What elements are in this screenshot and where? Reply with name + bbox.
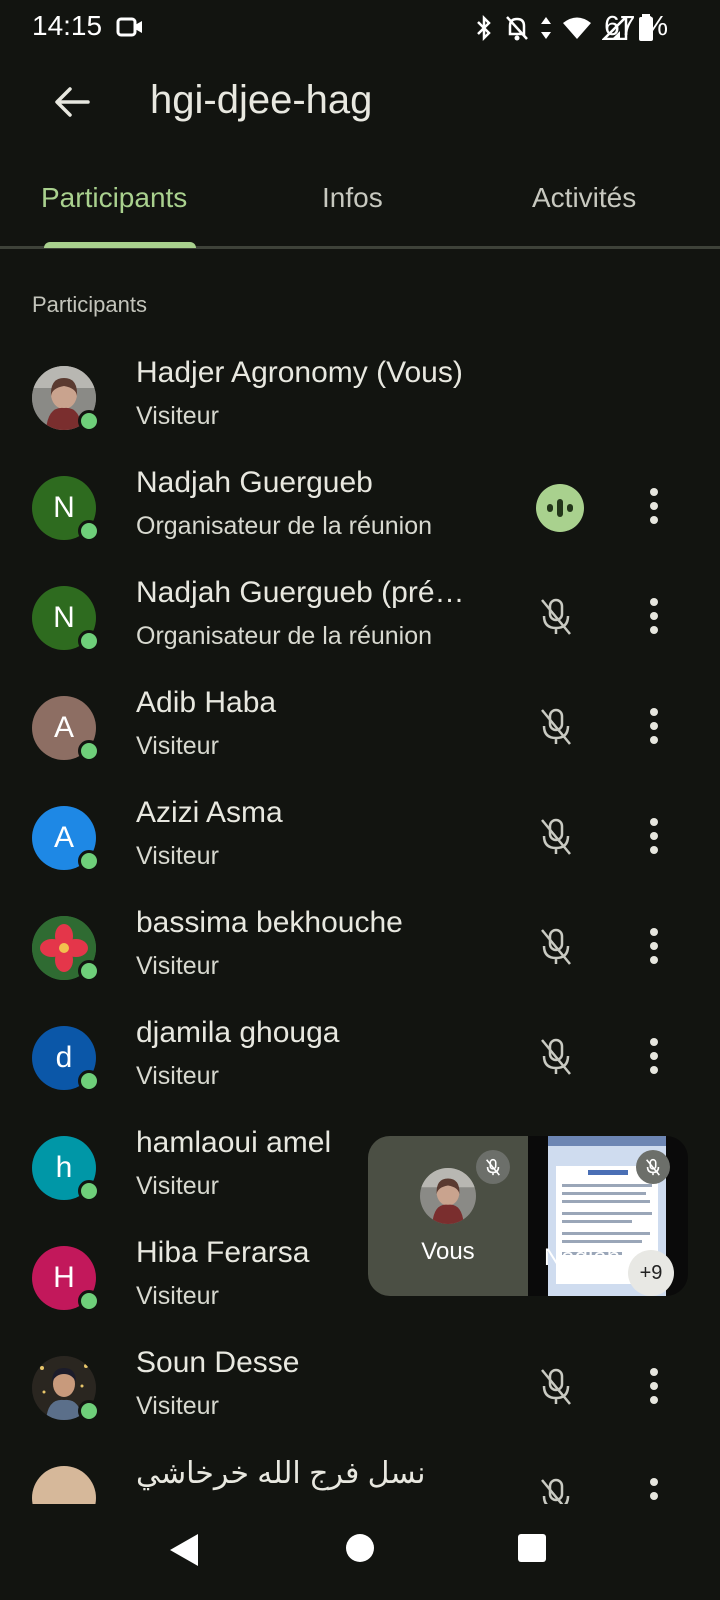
more-options-icon[interactable] bbox=[648, 598, 660, 634]
avatar: h bbox=[32, 1136, 100, 1202]
participant-name: Adib Haba bbox=[136, 686, 277, 719]
bluetooth-icon bbox=[477, 15, 491, 41]
avatar: A bbox=[32, 806, 100, 872]
participant-role: Visiteur bbox=[136, 842, 219, 870]
status-bar: 14:15 67 % bbox=[0, 0, 720, 56]
online-indicator bbox=[78, 410, 100, 432]
presenter-tile-label: Nadjah bbox=[544, 1244, 621, 1271]
more-participants-badge[interactable]: +9 bbox=[628, 1250, 674, 1296]
participant-name: نسل فرج الله خرخاشي bbox=[136, 1457, 426, 1490]
notifications-off-icon bbox=[506, 16, 528, 41]
participant-row[interactable]: N Nadjah Guergueb (pré… Organisateur de … bbox=[0, 560, 720, 672]
active-tab-indicator bbox=[44, 242, 196, 248]
participant-role: Visiteur bbox=[136, 402, 219, 430]
recents-square-icon[interactable] bbox=[516, 1532, 548, 1564]
mic-off-icon bbox=[541, 1478, 570, 1504]
online-indicator bbox=[78, 630, 100, 652]
participant-role: Visiteur bbox=[136, 1392, 219, 1420]
tab-participants[interactable]: Participants bbox=[41, 182, 187, 214]
video-record-icon bbox=[116, 17, 142, 37]
tab-infos[interactable]: Infos bbox=[322, 182, 383, 214]
more-options-icon[interactable] bbox=[648, 1478, 660, 1504]
mic-off-icon bbox=[541, 928, 571, 965]
meeting-code-title: hgi-djee-hag bbox=[150, 78, 373, 122]
avatar bbox=[32, 1466, 96, 1504]
presenter-tile[interactable]: Nadjah +9 bbox=[528, 1136, 688, 1296]
more-options-icon[interactable] bbox=[648, 928, 660, 964]
more-options-icon[interactable] bbox=[648, 1038, 660, 1074]
participant-row[interactable]: d djamila ghouga Visiteur bbox=[0, 1000, 720, 1112]
participant-name: djamila ghouga bbox=[136, 1016, 340, 1049]
online-indicator bbox=[78, 740, 100, 762]
participant-row[interactable]: Hadjer Agronomy (Vous) Visiteur bbox=[0, 340, 720, 452]
tab-bar: Participants Infos Activités bbox=[0, 160, 720, 249]
participant-row[interactable]: A Adib Haba Visiteur bbox=[0, 670, 720, 782]
data-arrows-icon bbox=[541, 17, 551, 39]
avatar bbox=[420, 1168, 476, 1224]
participant-name: Soun Desse bbox=[136, 1346, 300, 1379]
mic-off-icon bbox=[636, 1150, 670, 1184]
participant-role: Organisateur de la réunion bbox=[136, 622, 433, 650]
picture-in-picture-tiles[interactable]: Vous Nadjah +9 bbox=[368, 1136, 688, 1296]
mic-off-icon bbox=[541, 708, 571, 745]
wifi-icon bbox=[563, 17, 591, 39]
avatar bbox=[32, 916, 100, 982]
participant-role: Visiteur bbox=[136, 952, 219, 980]
participant-list[interactable]: Hadjer Agronomy (Vous) Visiteur N Nadjah… bbox=[0, 340, 720, 1504]
avatar: d bbox=[32, 1026, 100, 1092]
mic-off-icon bbox=[541, 818, 571, 855]
participant-role: Visiteur bbox=[136, 732, 219, 760]
participant-row[interactable]: bassima bekhouche Visiteur bbox=[0, 890, 720, 1002]
avatar: N bbox=[32, 476, 100, 542]
online-indicator bbox=[78, 1290, 100, 1312]
online-indicator bbox=[78, 1400, 100, 1422]
avatar bbox=[32, 366, 100, 432]
online-indicator bbox=[78, 520, 100, 542]
avatar bbox=[32, 1356, 100, 1422]
participant-name: Nadjah Guergueb (pré… bbox=[136, 576, 465, 609]
participant-row[interactable]: N Nadjah Guergueb Organisateur de la réu… bbox=[0, 450, 720, 562]
participant-name: bassima bekhouche bbox=[136, 906, 403, 939]
participant-name: hamlaoui amel bbox=[136, 1126, 332, 1159]
participant-role: Visiteur bbox=[136, 1172, 219, 1200]
mic-off-icon bbox=[476, 1150, 510, 1184]
back-triangle-icon[interactable] bbox=[168, 1532, 200, 1568]
participant-role: Visiteur bbox=[136, 1062, 219, 1090]
participant-row[interactable]: A Azizi Asma Visiteur bbox=[0, 780, 720, 892]
online-indicator bbox=[78, 1180, 100, 1202]
user-photo-icon bbox=[420, 1168, 476, 1224]
more-options-icon[interactable] bbox=[648, 1368, 660, 1404]
participant-role: Visiteur bbox=[136, 1282, 219, 1310]
home-circle-icon[interactable] bbox=[344, 1532, 376, 1564]
self-tile-label: Vous bbox=[421, 1238, 475, 1265]
tab-activites[interactable]: Activités bbox=[532, 182, 636, 214]
more-options-icon[interactable] bbox=[648, 488, 660, 524]
more-options-icon[interactable] bbox=[648, 818, 660, 854]
back-arrow-icon[interactable] bbox=[52, 82, 92, 122]
online-indicator bbox=[78, 960, 100, 982]
system-nav-bar bbox=[0, 1504, 720, 1600]
mic-off-icon bbox=[541, 1368, 571, 1405]
participant-row[interactable]: Soun Desse Visiteur bbox=[0, 1330, 720, 1442]
online-indicator bbox=[78, 850, 100, 872]
self-tile[interactable]: Vous bbox=[368, 1136, 528, 1296]
participant-name: Hadjer Agronomy (Vous) bbox=[136, 356, 463, 389]
avatar: A bbox=[32, 696, 100, 762]
avatar: H bbox=[32, 1246, 100, 1312]
participant-row[interactable]: نسل فرج الله خرخاشي bbox=[0, 1440, 720, 1504]
more-options-icon[interactable] bbox=[648, 708, 660, 744]
participant-name: Azizi Asma bbox=[136, 796, 283, 829]
status-time: 14:15 bbox=[32, 10, 103, 41]
speaking-indicator-icon bbox=[536, 484, 584, 532]
participant-role: Organisateur de la réunion bbox=[136, 512, 433, 540]
battery-percent: 67 % bbox=[604, 10, 668, 41]
mic-off-icon bbox=[541, 1038, 571, 1075]
app-bar: hgi-djee-hag bbox=[0, 60, 720, 150]
avatar: N bbox=[32, 586, 100, 652]
participant-name: Nadjah Guergueb bbox=[136, 466, 373, 499]
online-indicator bbox=[78, 1070, 100, 1092]
participant-name: Hiba Ferarsa bbox=[136, 1236, 310, 1269]
mic-off-icon bbox=[541, 598, 571, 635]
section-heading: Participants bbox=[32, 292, 147, 317]
